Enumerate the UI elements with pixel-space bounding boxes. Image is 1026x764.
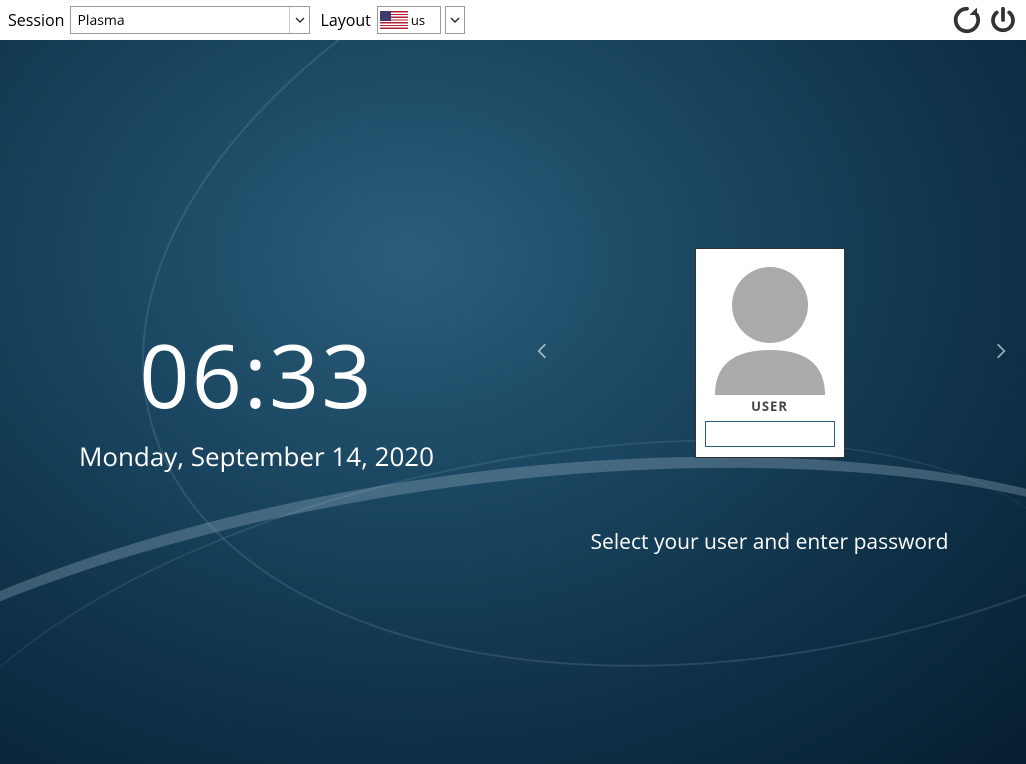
clock-date: Monday, September 14, 2020: [79, 438, 434, 474]
power-buttons: [952, 5, 1018, 35]
session-value: Plasma: [77, 11, 124, 30]
chevron-left-icon: [533, 342, 551, 360]
session-label: Session: [8, 9, 64, 31]
clock-time: 06:33: [139, 330, 373, 418]
previous-user-button[interactable]: [533, 342, 551, 365]
chevron-down-icon: [450, 17, 460, 23]
instruction-text: Select your user and enter password: [591, 528, 949, 556]
us-flag-icon: [380, 11, 408, 29]
user-avatar-icon: [705, 255, 835, 395]
main-content: 06:33 Monday, September 14, 2020 USER: [0, 40, 1026, 764]
chevron-down-icon: [289, 7, 309, 33]
layout-dropdown-button[interactable]: [445, 6, 465, 34]
user-selector: USER: [513, 248, 1026, 458]
restart-icon: [952, 5, 982, 35]
restart-button[interactable]: [952, 5, 982, 35]
chevron-right-icon: [992, 342, 1010, 360]
next-user-button[interactable]: [992, 342, 1010, 365]
datetime-panel: 06:33 Monday, September 14, 2020: [0, 40, 513, 764]
top-bar: Session Plasma Layout us: [0, 0, 1026, 40]
username-label: USER: [751, 397, 788, 415]
login-panel: USER Select your user and enter password: [513, 40, 1026, 764]
shutdown-button[interactable]: [988, 5, 1018, 35]
layout-dropdown[interactable]: us: [377, 6, 441, 34]
layout-label: Layout: [320, 9, 370, 31]
session-dropdown[interactable]: Plasma: [70, 6, 310, 34]
power-icon: [988, 5, 1018, 35]
password-input[interactable]: [705, 421, 835, 447]
layout-value: us: [411, 11, 425, 29]
user-card[interactable]: USER: [695, 248, 845, 458]
